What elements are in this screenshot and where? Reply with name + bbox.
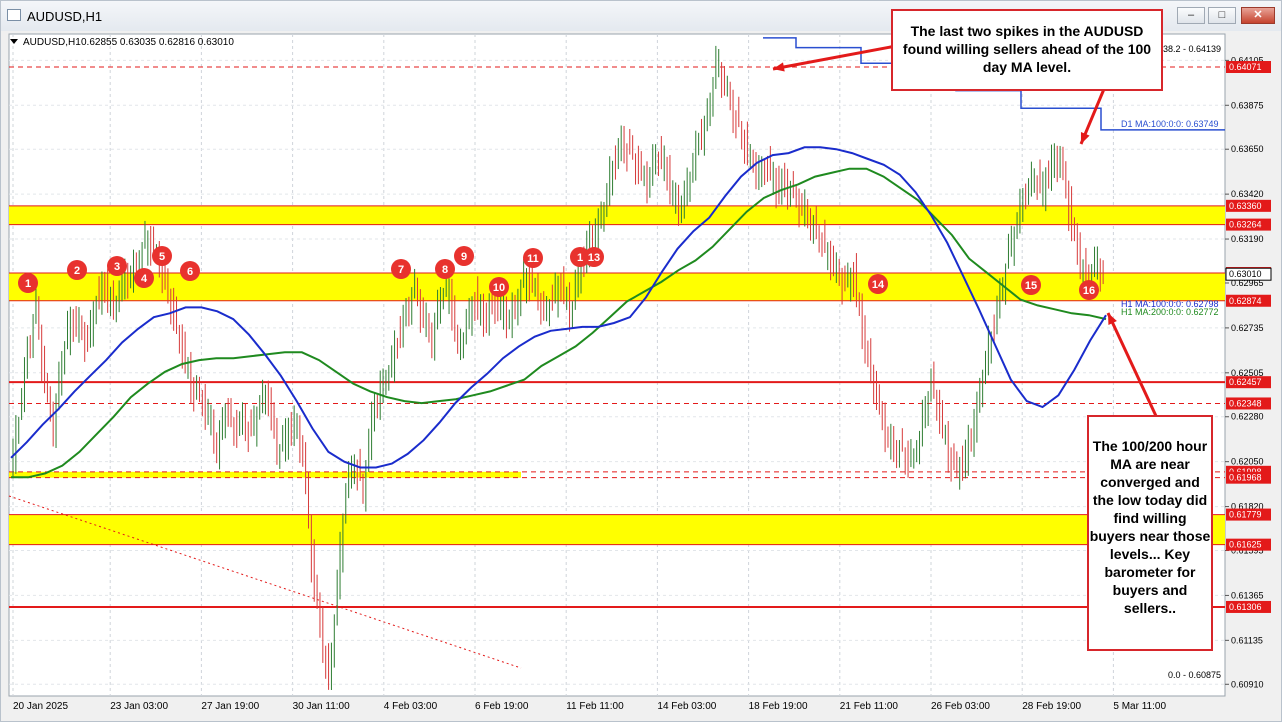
x-tick-label: 20 Jan 2025 — [13, 701, 68, 712]
x-tick-label: 6 Feb 19:00 — [475, 701, 529, 712]
marker-label: 2 — [74, 265, 80, 277]
x-tick-label: 27 Jan 19:00 — [201, 701, 259, 712]
x-tick-label: 11 Feb 11:00 — [566, 701, 624, 712]
bottom-annotation: The 100/200 hour MA are near converged a… — [1087, 415, 1213, 651]
current-price-label: 0.63010 — [1229, 269, 1262, 279]
y-tick-label: 0.62735 — [1231, 323, 1264, 333]
marker-label: 4 — [141, 273, 148, 285]
level-tag-label: 0.63264 — [1229, 220, 1262, 230]
fib-0-label: 0.0 - 0.60875 — [1168, 670, 1221, 680]
x-tick-label: 28 Feb 19:00 — [1022, 701, 1081, 712]
minimize-button[interactable]: – — [1177, 7, 1205, 24]
marker-label: 11 — [527, 253, 539, 265]
y-tick-label: 0.62280 — [1231, 412, 1264, 422]
marker-label: 15 — [1025, 280, 1037, 292]
y-tick-label: 0.61365 — [1231, 590, 1264, 600]
top-annotation: The last two spikes in the AUDUSD found … — [891, 9, 1163, 91]
y-tick-label: 0.63420 — [1231, 189, 1264, 199]
y-tick-label: 0.61135 — [1231, 635, 1263, 645]
x-tick-label: 26 Feb 03:00 — [931, 701, 990, 712]
x-tick-label: 21 Feb 11:00 — [840, 701, 899, 712]
yellow-zone — [9, 205, 1225, 225]
chart-window-icon — [7, 9, 21, 21]
fib-38-label: 38.2 - 0.64139 — [1163, 44, 1221, 54]
level-tag-label: 0.62457 — [1229, 377, 1262, 387]
yellow-zone-thin — [9, 471, 521, 478]
level-tag-label: 0.62348 — [1229, 398, 1262, 408]
marker-label: 6 — [187, 266, 193, 278]
marker-label: 1 — [577, 252, 583, 264]
x-tick-label: 5 Mar 11:00 — [1113, 701, 1166, 712]
ohlc-label: 0.62855 0.63035 0.62816 0.63010 — [81, 37, 234, 48]
level-tag-label: 0.64071 — [1229, 62, 1262, 72]
x-tick-label: 30 Jan 11:00 — [293, 701, 351, 712]
y-tick-label: 0.63875 — [1231, 100, 1264, 110]
marker-label: 5 — [159, 251, 165, 263]
marker-label: 3 — [114, 261, 120, 273]
close-button[interactable]: ✕ — [1241, 7, 1275, 24]
marker-label: 14 — [872, 279, 885, 291]
x-tick-label: 14 Feb 03:00 — [657, 701, 716, 712]
marker-label: 16 — [1083, 285, 1095, 297]
d1-ma-label: D1 MA:100:0:0: 0.63749 — [1121, 119, 1219, 129]
x-tick-label: 4 Feb 03:00 — [384, 701, 438, 712]
plot-area — [8, 33, 1226, 697]
level-tag-label: 0.61779 — [1229, 510, 1262, 520]
symbol-label: AUDUSD,H1 — [23, 37, 81, 48]
y-tick-label: 0.62050 — [1231, 457, 1264, 467]
yellow-zone — [9, 514, 1225, 545]
maximize-button[interactable]: □ — [1208, 7, 1236, 24]
chart-window: AUDUSD,H1 – □ ✕ 1 2 3 4 5 6 7 8 9 10 11 1 13 14 15 16 2… — [0, 0, 1282, 722]
marker-label: 10 — [493, 282, 505, 294]
marker-label: 13 — [588, 252, 600, 264]
h1-ma200-label: H1 MA:200:0:0: 0.62772 — [1121, 307, 1219, 317]
level-tag-label: 0.61968 — [1229, 473, 1262, 483]
marker-label: 1 — [25, 278, 31, 290]
x-tick-label: 23 Jan 03:00 — [110, 701, 168, 712]
y-tick-label: 0.60910 — [1231, 679, 1264, 689]
level-tag-label: 0.61625 — [1229, 540, 1262, 550]
marker-label: 9 — [461, 251, 467, 263]
level-tag-label: 0.61306 — [1229, 602, 1262, 612]
y-tick-label: 0.63190 — [1231, 234, 1264, 244]
x-tick-label: 18 Feb 19:00 — [749, 701, 808, 712]
level-tag-label: 0.62874 — [1229, 296, 1262, 306]
window-title: AUDUSD,H1 — [27, 9, 103, 24]
level-tag-label: 0.63360 — [1229, 201, 1262, 211]
marker-label: 7 — [398, 264, 404, 276]
y-tick-label: 0.63650 — [1231, 144, 1264, 154]
marker-label: 8 — [442, 264, 448, 276]
